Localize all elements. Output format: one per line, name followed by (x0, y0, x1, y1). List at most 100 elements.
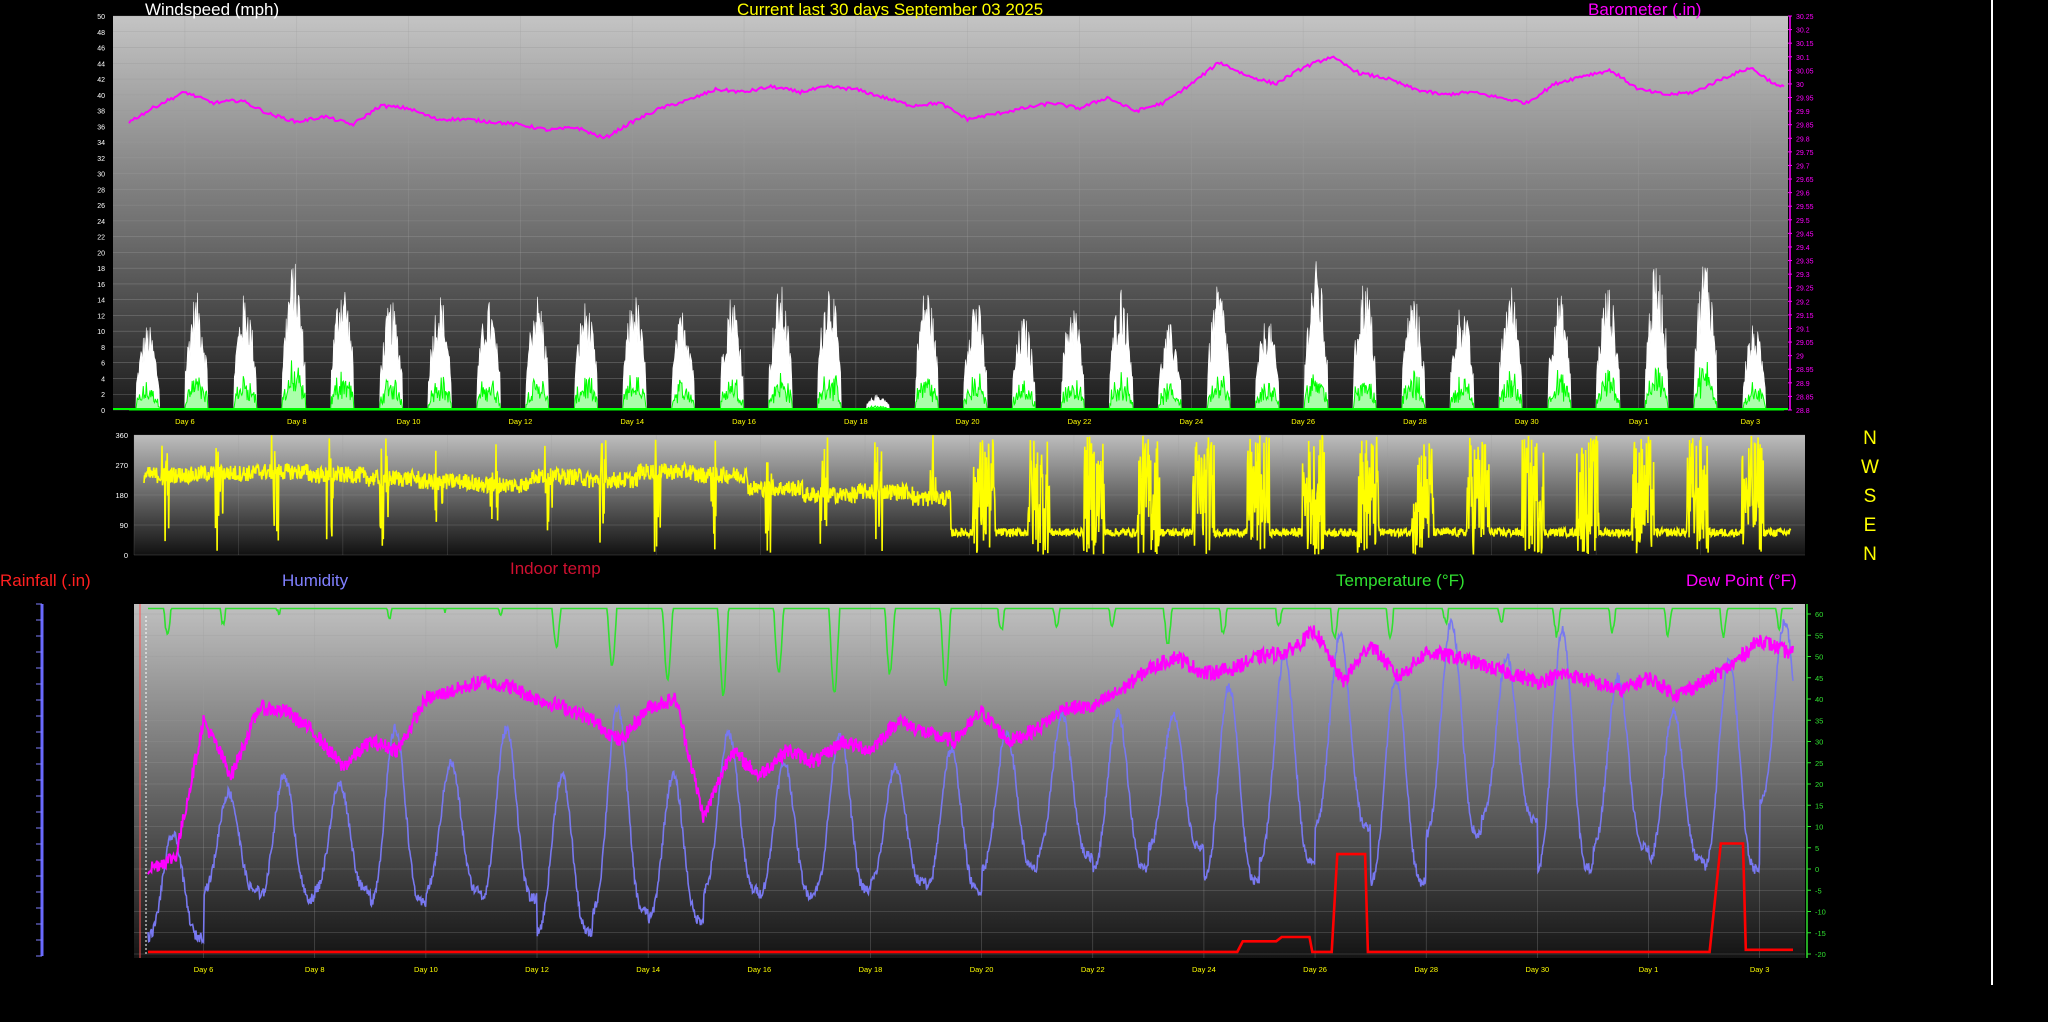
wind-axis-tick-label: 6 (101, 361, 105, 368)
barometer-axis-tick-label: 29.35 (1796, 259, 1814, 266)
wind-axis-tick-label: 4 (101, 376, 105, 383)
wind-x-tick-label: Day 28 (1403, 417, 1427, 426)
wind-axis-tick-label: 20 (97, 250, 105, 257)
temperature-axis-tick-label: 5 (1815, 844, 1819, 853)
humidity-series-title: Humidity (282, 571, 349, 590)
barometer-axis-tick-label: 29.25 (1796, 286, 1814, 293)
barometer-axis-tick-label: 29.45 (1796, 231, 1814, 238)
wind-axis-tick-label: 10 (97, 329, 105, 336)
wind-x-tick-label: Day 12 (509, 417, 533, 426)
temperature-x-tick-label: Day 14 (636, 965, 660, 974)
wind-axis-tick-label: 46 (97, 46, 105, 53)
temperature-axis-tick-label: 45 (1815, 674, 1823, 683)
barometer-axis-tick-label: 28.8 (1796, 408, 1810, 415)
temperature-axis-tick-label: 35 (1815, 716, 1823, 725)
frame-divider (1991, 0, 1993, 985)
wind-x-tick-label: Day 14 (620, 417, 644, 426)
barometer-axis-tick-label: 29.8 (1796, 136, 1810, 143)
temperature-axis-title: Temperature (°F) (1336, 571, 1465, 590)
wind-x-tick-label: Day 8 (287, 417, 307, 426)
wind-x-tick-label: Day 26 (1291, 417, 1315, 426)
wind-axis-tick-label: 24 (97, 219, 105, 226)
wind-x-tick-label: Day 10 (397, 417, 421, 426)
barometer-axis-tick-label: 29.85 (1796, 123, 1814, 130)
wind-axis-tick-label: 32 (97, 156, 105, 163)
barometer-axis-tick-label: 29.5 (1796, 218, 1810, 225)
wind-x-tick-label: Day 22 (1068, 417, 1092, 426)
barometer-axis-tick-label: 30 (1796, 82, 1804, 89)
barometer-axis-tick-label: 29.9 (1796, 109, 1810, 116)
wind-axis-tick-label: 14 (97, 298, 105, 305)
barometer-axis-tick-label: 29.55 (1796, 204, 1814, 211)
wind-axis-tick-label: 38 (97, 109, 105, 116)
rainfall-axis-title: Rainfall (.in) (0, 571, 91, 590)
wind-x-tick-label: Day 16 (732, 417, 756, 426)
temperature-axis-tick-label: 25 (1815, 759, 1823, 768)
temperature-x-tick-label: Day 8 (305, 965, 325, 974)
wind-axis-tick-label: 26 (97, 203, 105, 210)
direction-axis-tick-label: 180 (115, 491, 128, 500)
temperature-axis-tick-label: 20 (1815, 780, 1823, 789)
barometer-axis-tick-label: 29.3 (1796, 272, 1810, 279)
temperature-x-tick-label: Day 30 (1525, 965, 1549, 974)
wind-axis-tick-label: 0 (101, 408, 105, 415)
temperature-axis-tick-label: -20 (1815, 950, 1826, 959)
dewpoint-series-title: Dew Point (°F) (1686, 571, 1797, 590)
temperature-axis-tick-label: 10 (1815, 823, 1823, 832)
temperature-x-tick-label: Day 10 (414, 965, 438, 974)
temperature-axis-tick-label: 30 (1815, 738, 1823, 747)
temperature-x-tick-label: Day 26 (1303, 965, 1327, 974)
direction-axis-tick-label: 360 (115, 431, 128, 440)
wind-axis-tick-label: 22 (97, 235, 105, 242)
barometer-axis-tick-label: 29.05 (1796, 340, 1814, 347)
wind-axis-tick-label: 18 (97, 266, 105, 273)
barometer-axis-tick-label: 29 (1796, 354, 1804, 361)
compass-west: W (1861, 457, 1879, 478)
temperature-axis-tick-label: -15 (1815, 929, 1826, 938)
chart-title: Current last 30 days September 03 2025 (737, 0, 1044, 19)
barometer-axis-tick-label: 29.7 (1796, 163, 1810, 170)
barometer-axis-tick-label: 30.1 (1796, 55, 1810, 62)
barometer-axis-tick-label: 29.65 (1796, 177, 1814, 184)
temperature-axis-tick-label: 50 (1815, 653, 1823, 662)
wind-axis-tick-label: 50 (97, 14, 105, 21)
temperature-x-tick-label: Day 3 (1750, 965, 1770, 974)
wind-x-tick-label: Day 18 (844, 417, 868, 426)
wind-panel-background (113, 16, 1788, 410)
barometer-axis-tick-label: 29.1 (1796, 326, 1810, 333)
barometer-axis-tick-label: 30.25 (1796, 14, 1814, 21)
wind-axis-tick-label: 42 (97, 77, 105, 84)
wind-x-tick-label: Day 30 (1515, 417, 1539, 426)
compass-legend: N W S E N (1860, 424, 1880, 569)
wind-axis-tick-label: 16 (97, 282, 105, 289)
direction-axis-tick-label: 90 (120, 521, 128, 530)
wind-axis-tick-label: 28 (97, 187, 105, 194)
wind-x-tick-label: Day 24 (1179, 417, 1203, 426)
temperature-panel-background (134, 604, 1805, 958)
temperature-axis-tick-label: 15 (1815, 801, 1823, 810)
direction-axis-tick-label: 270 (115, 461, 128, 470)
wind-axis-tick-label: 12 (97, 313, 105, 320)
barometer-axis-tick-label: 30.15 (1796, 41, 1814, 48)
barometer-axis-tick-label: 30.05 (1796, 68, 1814, 75)
temperature-x-tick-label: Day 20 (970, 965, 994, 974)
compass-north-top: N (1863, 428, 1877, 449)
temperature-x-tick-label: Day 28 (1414, 965, 1438, 974)
barometer-axis-tick-label: 29.15 (1796, 313, 1814, 320)
temperature-x-tick-label: Day 18 (859, 965, 883, 974)
barometer-axis-tick-label: 29.75 (1796, 150, 1814, 157)
indoor-temp-series-title: Indoor temp (510, 559, 601, 578)
wind-axis-tick-label: 44 (97, 61, 105, 68)
barometer-axis-tick-label: 29.95 (1796, 96, 1814, 103)
wind-axis-tick-label: 36 (97, 124, 105, 131)
barometer-axis-tick-label: 29.2 (1796, 299, 1810, 306)
temperature-axis-tick-label: 40 (1815, 695, 1823, 704)
barometer-axis-tick-label: 28.95 (1796, 367, 1814, 374)
wind-axis-tick-label: 40 (97, 93, 105, 100)
barometer-axis-tick-label: 29.4 (1796, 245, 1810, 252)
wind-axis-tick-label: 48 (97, 30, 105, 37)
temperature-axis-tick-label: 55 (1815, 631, 1823, 640)
wind-x-tick-label: Day 6 (175, 417, 195, 426)
barometer-axis-tick-label: 28.9 (1796, 381, 1810, 388)
temperature-axis-tick-label: 60 (1815, 610, 1823, 619)
